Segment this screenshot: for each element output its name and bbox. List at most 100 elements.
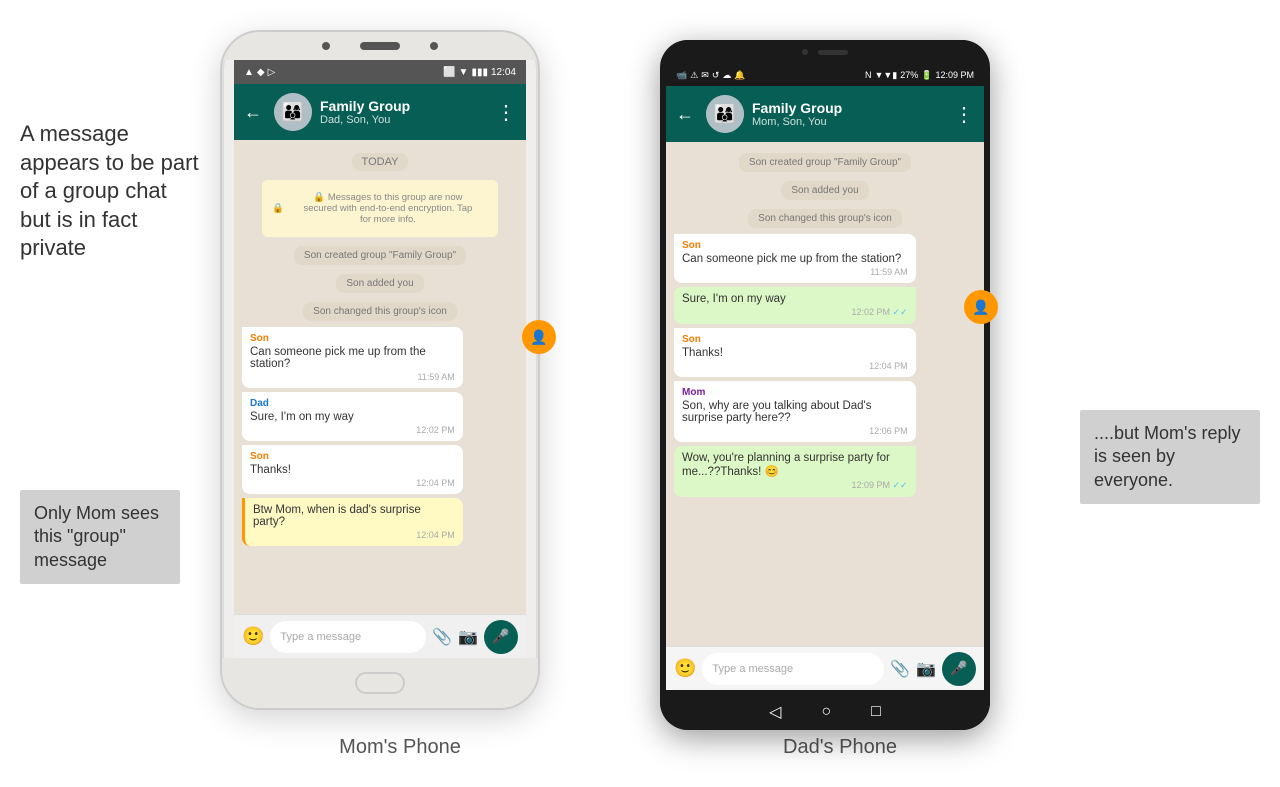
attachment-icon-phone2[interactable]: 📎 xyxy=(890,659,910,679)
recents-nav-btn[interactable]: □ xyxy=(871,703,881,721)
chat-input-area-phone2[interactable]: 🙂 Type a message 📎 📷 🎤 xyxy=(666,646,984,690)
phone-label-left: Mom's Phone xyxy=(300,736,500,759)
back-nav-btn[interactable]: ◁ xyxy=(769,702,781,722)
bubble-text-phone1-1: Can someone pick me up from the station? xyxy=(250,346,455,370)
chat-scroll-phone1: TODAY 🔒 🔒 Messages to this group are now… xyxy=(242,148,518,546)
group-avatar-phone2: 👨‍👩‍👦 xyxy=(706,95,744,133)
mic-button-phone1[interactable]: 🎤 xyxy=(484,620,518,654)
bubble-mom-why-phone2: Mom Son, why are you talking about Dad's… xyxy=(674,381,916,442)
bubble-time-phone2-4: 12:06 PM xyxy=(682,426,908,436)
attachment-icon-phone1[interactable]: 📎 xyxy=(432,627,452,647)
wa-header-phone2[interactable]: ← 👨‍👩‍👦 Family Group Mom, Son, You ⋮ xyxy=(666,86,984,142)
bubble-text-phone2-2: Sure, I'm on my way xyxy=(682,293,908,305)
status-bar-white: ▲ ◆ ▷ ⬜ ▼ ▮▮▮ 12:04 xyxy=(234,60,526,84)
phone-white: ▲ ◆ ▷ ⬜ ▼ ▮▮▮ 12:04 ← 👨‍👩‍ xyxy=(220,30,540,710)
back-button-phone2[interactable]: ← xyxy=(676,104,694,125)
system-msg-icon-phone1: Son changed this group's icon xyxy=(262,301,498,321)
group-sub-phone1: Dad, Son, You xyxy=(320,114,488,126)
phone-white-screen: ▲ ◆ ▷ ⬜ ▼ ▮▮▮ 12:04 ← 👨‍👩‍ xyxy=(234,60,526,658)
svg-text:👨‍👩‍👦: 👨‍👩‍👦 xyxy=(714,103,736,124)
bubble-time-phone2-5: 12:09 PM ✓✓ xyxy=(682,480,908,491)
bubble-row-1-phone1: Son Can someone pick me up from the stat… xyxy=(242,327,518,388)
float-btn-phone2: 👤 xyxy=(964,290,998,324)
left-annotation: A message appears to be part of a group … xyxy=(20,120,200,263)
bubble-text-phone1-2: Sure, I'm on my way xyxy=(250,411,455,423)
bubble-time-phone1-3: 12:04 PM xyxy=(250,478,455,488)
bubble-text-phone2-5: Wow, you're planning a surprise party fo… xyxy=(682,452,908,478)
group-name-phone2: Family Group xyxy=(752,100,946,116)
home-button-white[interactable] xyxy=(355,672,405,694)
bubble-son-thanks-phone2: Son Thanks! 12:04 PM xyxy=(674,328,916,377)
bubble-row-3-phone1: Son Thanks! 12:04 PM xyxy=(242,445,518,494)
bubble-sender-phone2-1: Son xyxy=(682,240,908,251)
message-input-phone2[interactable]: Type a message xyxy=(702,653,884,685)
system-msg-created-phone1: Son created group "Family Group" xyxy=(262,245,498,265)
chat-input-area-phone1[interactable]: 🙂 Type a message 📎 📷 🎤 xyxy=(234,614,526,658)
camera-icon-phone2[interactable]: 📷 xyxy=(916,659,936,679)
back-button-phone1[interactable]: ← xyxy=(244,102,262,123)
bubble-text-phone2-3: Thanks! xyxy=(682,347,908,359)
camera-icon-phone1[interactable]: 📷 xyxy=(458,627,478,647)
bubble-row-2-phone1: Dad Sure, I'm on my way 12:02 PM xyxy=(242,392,518,441)
bubble-row-4-phone2: Mom Son, why are you talking about Dad's… xyxy=(674,381,976,442)
phone-black-screen: 📹 ⚠ ✉ ↺ ☁ 🔔 N ▼▼▮ 27% 🔋 12:09 PM ← xyxy=(666,64,984,690)
status-icons-left: ▲ ◆ ▷ xyxy=(244,67,275,78)
bubble-text-phone2-4: Son, why are you talking about Dad's sur… xyxy=(682,400,908,424)
bubble-sender-phone2-3: Son xyxy=(682,334,908,345)
bubble-btw-phone1: Btw Mom, when is dad's surprise party? 1… xyxy=(242,498,463,546)
bubble-row-1-phone2: Son Can someone pick me up from the stat… xyxy=(674,234,976,283)
system-added-phone2: Son added you xyxy=(694,180,956,200)
bubble-time-phone2-3: 12:04 PM xyxy=(682,361,908,371)
more-button-phone1[interactable]: ⋮ xyxy=(496,100,516,125)
more-button-phone2[interactable]: ⋮ xyxy=(954,102,974,127)
system-msg-added-phone1: Son added you xyxy=(262,273,498,293)
bottom-left-annotation: Only Mom sees this "group" message xyxy=(20,490,180,584)
android-nav: ◁ ○ □ xyxy=(660,694,990,730)
phone-label-right: Dad's Phone xyxy=(740,736,940,759)
bubble-son-pickup-phone1: Son Can someone pick me up from the stat… xyxy=(242,327,463,388)
svg-text:👨‍👩‍👦: 👨‍👩‍👦 xyxy=(282,101,304,122)
bubble-time-phone1-1: 11:59 AM xyxy=(250,372,455,382)
bubble-time-phone2-1: 11:59 AM xyxy=(682,267,908,277)
bubble-text-phone2-1: Can someone pick me up from the station? xyxy=(682,253,908,265)
bubble-sender-phone1-1: Son xyxy=(250,333,455,344)
status-bar-black: 📹 ⚠ ✉ ↺ ☁ 🔔 N ▼▼▮ 27% 🔋 12:09 PM xyxy=(666,64,984,86)
chat-area-phone1: TODAY 🔒 🔒 Messages to this group are now… xyxy=(234,140,526,614)
phone-black: 📹 ⚠ ✉ ↺ ☁ 🔔 N ▼▼▮ 27% 🔋 12:09 PM ← xyxy=(660,40,990,730)
main-container: A message appears to be part of a group … xyxy=(0,0,1280,787)
message-input-phone1[interactable]: Type a message xyxy=(270,621,426,653)
bubble-dad-sure-phone1: Dad Sure, I'm on my way 12:02 PM xyxy=(242,392,463,441)
bubble-sure-phone2: Sure, I'm on my way 12:02 PM ✓✓ xyxy=(674,287,916,324)
system-icon-phone2: Son changed this group's icon xyxy=(694,208,956,228)
security-msg-phone1: 🔒 🔒 Messages to this group are now secur… xyxy=(262,180,498,237)
bubble-row-4-phone1: Btw Mom, when is dad's surprise party? 1… xyxy=(242,498,518,546)
bubble-row-2-phone2: Sure, I'm on my way 12:02 PM ✓✓ xyxy=(674,287,976,324)
group-sub-phone2: Mom, Son, You xyxy=(752,116,946,128)
status-icons-right: ⬜ ▼ ▮▮▮ 12:04 xyxy=(443,67,516,78)
bubble-time-phone1-4: 12:04 PM xyxy=(253,530,455,540)
date-divider-phone1: TODAY xyxy=(242,152,518,170)
emoji-icon-phone1[interactable]: 🙂 xyxy=(242,626,264,647)
bubble-row-5-phone2: Wow, you're planning a surprise party fo… xyxy=(674,446,976,497)
bubble-wow-phone2: Wow, you're planning a surprise party fo… xyxy=(674,446,916,497)
mic-button-phone2[interactable]: 🎤 xyxy=(942,652,976,686)
right-annotation: ....but Mom's reply is seen by everyone. xyxy=(1080,410,1260,504)
bubble-sender-phone1-3: Son xyxy=(250,451,455,462)
bubble-son-thanks-phone1: Son Thanks! 12:04 PM xyxy=(242,445,463,494)
group-info-phone1: Family Group Dad, Son, You xyxy=(320,98,488,126)
bubble-text-phone1-4: Btw Mom, when is dad's surprise party? xyxy=(253,504,455,528)
chat-scroll-phone2: Son created group "Family Group" Son add… xyxy=(674,150,976,497)
status-icons-right-black: N ▼▼▮ 27% 🔋 12:09 PM xyxy=(865,70,974,81)
status-icons-left-black: 📹 ⚠ ✉ ↺ ☁ 🔔 xyxy=(676,70,746,81)
bubble-sender-phone2-4: Mom xyxy=(682,387,908,398)
chat-area-phone2: Son created group "Family Group" Son add… xyxy=(666,142,984,646)
bubble-row-3-phone2: Son Thanks! 12:04 PM xyxy=(674,328,976,377)
emoji-icon-phone2[interactable]: 🙂 xyxy=(674,658,696,679)
home-nav-btn[interactable]: ○ xyxy=(821,703,831,721)
float-btn-phone1: 👤 xyxy=(522,320,556,354)
bubble-time-phone2-2: 12:02 PM ✓✓ xyxy=(682,307,908,318)
wa-header-phone1[interactable]: ← 👨‍👩‍👦 Family Group Dad, Son, You ⋮ xyxy=(234,84,526,140)
group-avatar-phone1: 👨‍👩‍👦 xyxy=(274,93,312,131)
bubble-sender-phone1-2: Dad xyxy=(250,398,455,409)
group-info-phone2: Family Group Mom, Son, You xyxy=(752,100,946,128)
